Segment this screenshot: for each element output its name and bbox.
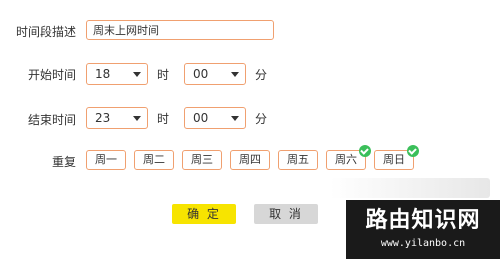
day-label: 周二 [143, 153, 165, 166]
confirm-button[interactable]: 确 定 [172, 204, 236, 224]
day-sun-button[interactable]: 周日 [374, 145, 419, 170]
day-label: 周一 [95, 153, 117, 166]
check-circle-icon [407, 145, 419, 157]
end-minute-select[interactable]: 00 [184, 107, 246, 129]
watermark-title: 路由知识网 [365, 207, 481, 233]
end-minute-unit: 分 [255, 112, 268, 126]
start-time-label: 开始时间 [27, 68, 76, 82]
day-label: 周日 [383, 153, 405, 166]
chevron-down-icon [133, 72, 141, 77]
day-label: 周五 [287, 153, 309, 166]
chevron-down-icon [231, 72, 239, 77]
desc-label: 时间段描述 [15, 25, 76, 39]
watermark-fade [330, 178, 490, 198]
chevron-down-icon [133, 116, 141, 121]
desc-input[interactable] [86, 20, 274, 40]
end-hour-unit: 时 [157, 112, 170, 126]
day-label: 周四 [239, 153, 261, 166]
end-hour-value: 23 [95, 111, 111, 125]
day-mon-button[interactable]: 周一 [86, 150, 126, 170]
time-period-dialog: 时间段描述 开始时间 18 时 00 分 结束时间 23 时 00 分 重复 周… [0, 0, 500, 259]
repeat-label: 重复 [51, 155, 76, 169]
start-minute-select[interactable]: 00 [184, 63, 246, 85]
start-hour-value: 18 [95, 67, 111, 81]
end-minute-value: 00 [193, 111, 209, 125]
start-hour-unit: 时 [157, 68, 170, 82]
start-minute-unit: 分 [255, 68, 268, 82]
day-label: 周三 [191, 153, 213, 166]
check-circle-icon [359, 145, 371, 157]
watermark-url: www.yilanbo.cn [380, 238, 466, 249]
day-thu-button[interactable]: 周四 [230, 150, 270, 170]
start-minute-value: 00 [193, 67, 209, 81]
day-sat-button[interactable]: 周六 [326, 145, 371, 170]
site-watermark: 路由知识网 www.yilanbo.cn [346, 200, 500, 259]
day-label: 周六 [335, 153, 357, 166]
chevron-down-icon [231, 116, 239, 121]
day-tue-button[interactable]: 周二 [134, 150, 174, 170]
day-fri-button[interactable]: 周五 [278, 150, 318, 170]
end-time-label: 结束时间 [27, 113, 76, 127]
cancel-button[interactable]: 取 消 [254, 204, 318, 224]
day-wed-button[interactable]: 周三 [182, 150, 222, 170]
start-hour-select[interactable]: 18 [86, 63, 148, 85]
end-hour-select[interactable]: 23 [86, 107, 148, 129]
